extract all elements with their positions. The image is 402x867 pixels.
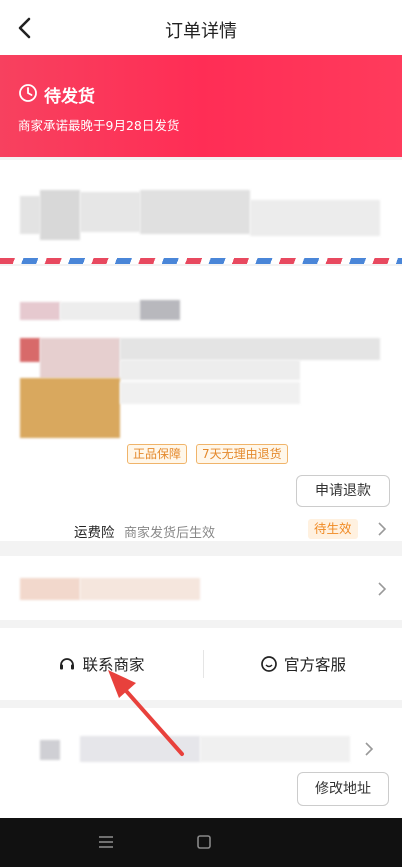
authentic-guarantee-badge: 正品保障: [127, 444, 188, 464]
modify-address-button[interactable]: 修改地址: [297, 772, 389, 806]
insurance-status-badge: 待生效: [308, 519, 358, 539]
chevron-right-icon[interactable]: [364, 742, 374, 756]
contact-merchant-label: 联系商家: [82, 656, 145, 674]
chevron-right-icon[interactable]: [377, 582, 387, 596]
official-service-label: 官方客服: [283, 656, 346, 674]
envelope-stripe-divider: [0, 258, 402, 264]
clock-icon: [19, 84, 37, 102]
headset-icon: [60, 658, 75, 670]
seven-day-return-badge: 7天无理由退货: [196, 444, 288, 464]
order-info-row[interactable]: [0, 556, 402, 620]
home-icon[interactable]: [196, 834, 212, 850]
chevron-right-icon[interactable]: [377, 522, 387, 536]
shipping-address-card[interactable]: [0, 160, 402, 262]
apply-refund-button[interactable]: 申请退款: [296, 475, 390, 507]
official-service-button[interactable]: 官方客服: [204, 628, 402, 700]
shipping-promise-text: 商家承诺最晚于9月28日发货: [18, 118, 180, 133]
order-status-title: 待发货: [44, 87, 95, 107]
shipping-insurance-label: 运费险: [74, 525, 115, 541]
menu-icon[interactable]: [98, 835, 114, 849]
contact-merchant-button[interactable]: 联系商家: [0, 628, 203, 700]
page-title: 订单详情: [165, 21, 237, 42]
chat-bubble-icon: [261, 656, 277, 672]
shipping-insurance-description: 商家发货后生效: [124, 526, 216, 541]
